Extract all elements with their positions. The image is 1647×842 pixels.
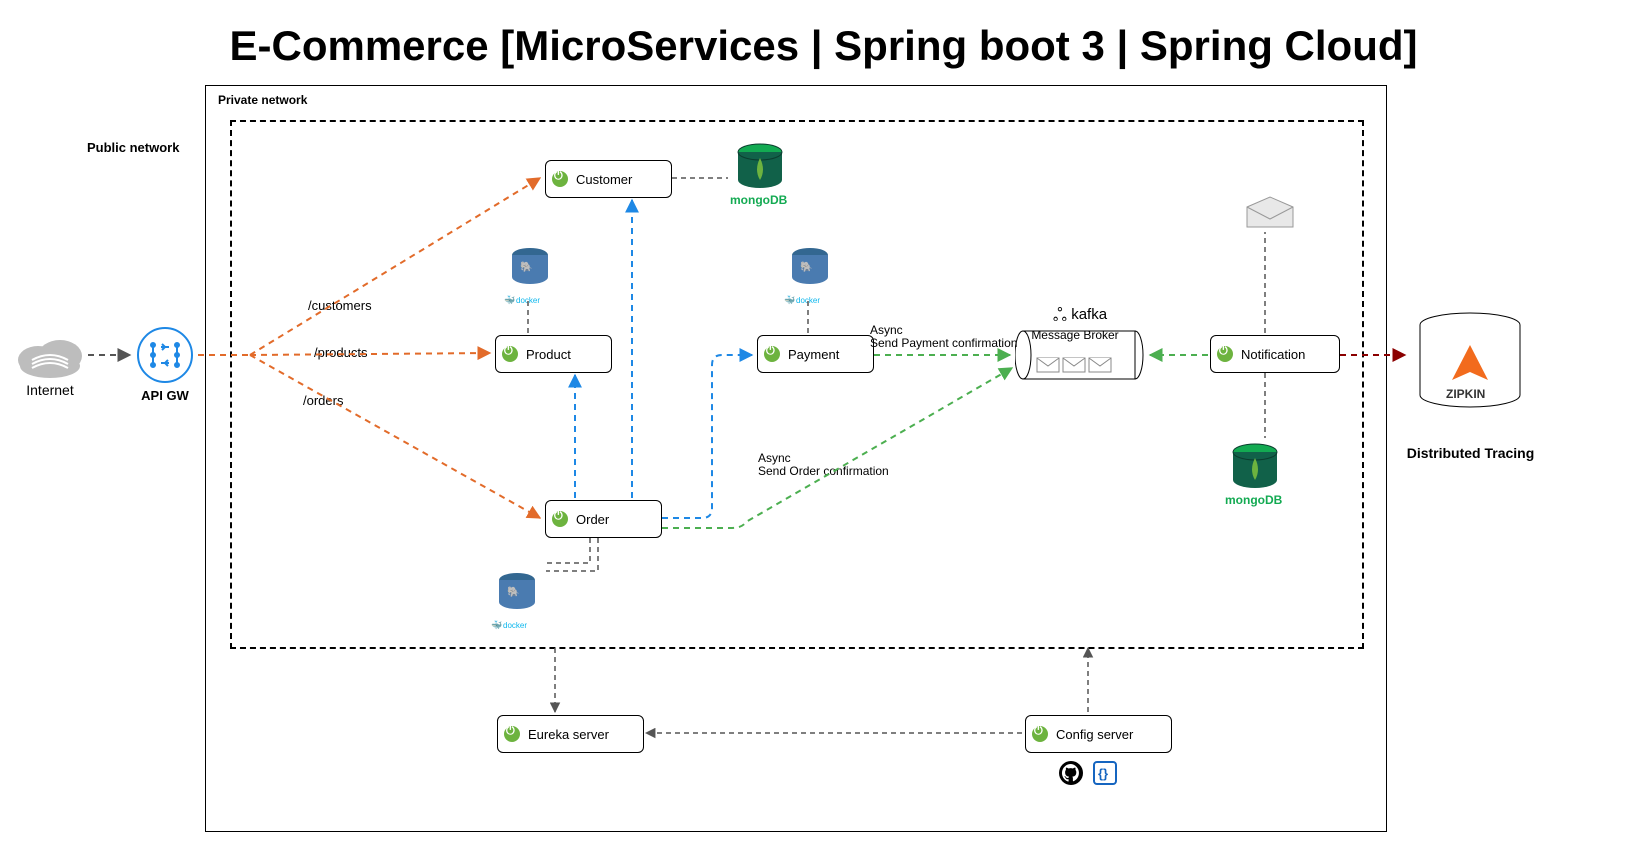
svg-text:🐳: 🐳 [491,620,502,630]
route-orders-label: /orders [303,393,343,408]
mongodb-notification-icon: mongoDB [1225,440,1345,510]
route-products-label: /products [314,345,367,360]
message-broker-label: Message Broker [1020,328,1130,342]
kafka-text: kafka [1071,306,1107,323]
public-network-label: Public network [87,140,179,155]
distributed-tracing-label: Distributed Tracing [1398,445,1543,461]
diagram-title: E-Commerce [MicroServices | Spring boot … [0,22,1647,70]
postgres-docker-order-icon: 🐘 🐳 docker [487,570,547,640]
spring-icon [1032,726,1048,742]
spring-icon [1217,346,1233,362]
email-envelope-icon [1245,195,1295,230]
internet-label: Internet [10,382,90,398]
eureka-server-box: Eureka server [497,715,644,753]
svg-text:ZIPKIN: ZIPKIN [1446,387,1485,401]
route-customers-label: /customers [308,298,372,313]
async-payment-label: AsyncSend Payment confirmation [870,324,1017,350]
svg-text:🐳: 🐳 [784,295,795,305]
svg-text:docker: docker [516,296,540,305]
postgres-docker-payment-icon: 🐘 🐳 docker [780,245,840,315]
eureka-server-label: Eureka server [528,727,609,742]
svg-text:🐘: 🐘 [507,586,519,598]
spring-icon [504,726,520,742]
mongodb-text: mongoDB [730,193,788,207]
payment-service-label: Payment [788,347,839,362]
spring-icon [764,346,780,362]
zipkin-cylinder-icon: ZIPKIN [1410,310,1530,420]
private-network-label: Private network [218,93,307,107]
payment-service-box: Payment [757,335,874,373]
notification-service-box: Notification [1210,335,1340,373]
github-icon [1058,760,1084,786]
svg-text:🐘: 🐘 [520,261,532,273]
postgres-docker-product-icon: 🐘 🐳 docker [500,245,560,315]
spring-icon [552,511,568,527]
json-file-icon: {} [1092,760,1118,786]
svg-text:{}: {} [1098,766,1108,781]
order-service-box: Order [545,500,662,538]
mongodb-text: mongoDB [1225,493,1283,507]
config-server-label: Config server [1056,727,1133,742]
notification-service-label: Notification [1241,347,1305,362]
spring-icon [552,171,568,187]
spring-icon [502,346,518,362]
product-service-label: Product [526,347,571,362]
internet-cloud-icon [10,330,90,380]
api-gateway-icon [135,325,195,385]
order-service-label: Order [576,512,609,527]
api-gw-label: API GW [130,388,200,403]
svg-text:🐳: 🐳 [504,295,515,305]
product-service-box: Product [495,335,612,373]
svg-text:🐘: 🐘 [800,261,812,273]
svg-text:docker: docker [796,296,820,305]
customer-service-box: Customer [545,160,672,198]
customer-service-label: Customer [576,172,632,187]
svg-text:docker: docker [503,621,527,630]
config-server-box: Config server [1025,715,1172,753]
async-order-label: AsyncSend Order confirmation [758,452,889,478]
mongodb-customer-icon: mongoDB [730,140,850,210]
